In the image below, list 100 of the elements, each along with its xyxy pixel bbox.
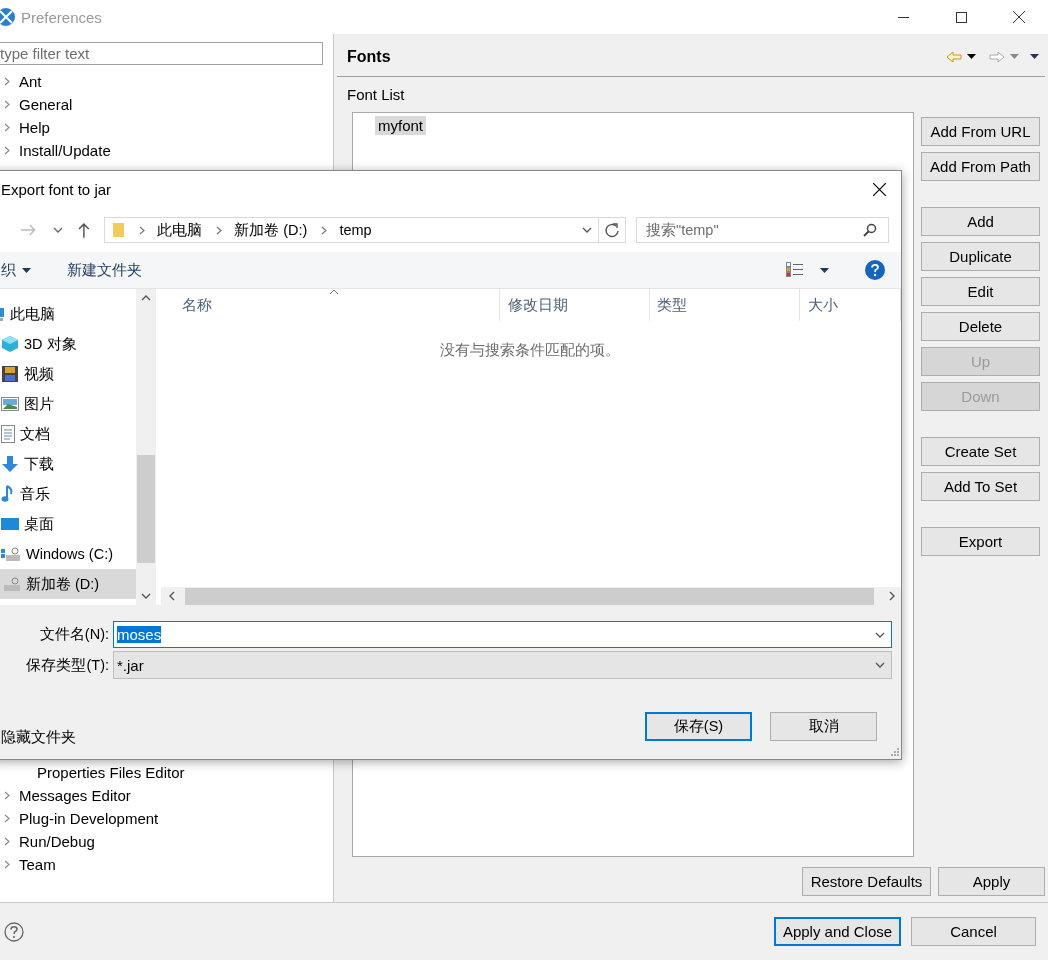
dialog-button[interactable]: Apply and Close [774, 917, 901, 946]
dialog-button[interactable]: 保存(S) [645, 712, 752, 741]
chevron-right-icon [139, 225, 146, 235]
search-field[interactable]: 搜索"temp" [636, 217, 889, 243]
chevron-right-icon [216, 225, 223, 235]
nav-item[interactable]: 视频 [0, 359, 136, 389]
font-list-label: Font List [347, 86, 406, 105]
file-name-field[interactable]: moses [113, 621, 892, 648]
drive-icon [1, 545, 21, 563]
chevron-right-icon[interactable] [4, 146, 10, 155]
side-button[interactable]: Add From URL [921, 117, 1040, 146]
nav-item[interactable]: 新加卷 (D:) [0, 569, 136, 599]
scroll-right-icon[interactable] [889, 591, 895, 601]
window-title: Preferences [21, 8, 102, 26]
caret-down-icon[interactable] [22, 267, 31, 273]
footer-button[interactable]: Apply [938, 867, 1045, 896]
side-button[interactable]: Export [921, 527, 1040, 556]
chevron-right-icon[interactable] [4, 77, 10, 86]
new-folder-button[interactable]: 新建文件夹 [67, 260, 142, 280]
nav-item[interactable]: 下载 [0, 449, 136, 479]
scrollbar[interactable] [136, 289, 156, 605]
organize-menu[interactable]: 织 [1, 260, 16, 280]
side-button[interactable]: Create Set [921, 437, 1040, 466]
column-header[interactable]: 类型 [650, 289, 800, 321]
dialog-button[interactable]: 取消 [770, 712, 877, 741]
tree-item[interactable]: Messages Editor [19, 787, 131, 804]
help-icon[interactable] [4, 921, 24, 942]
scroll-down-icon[interactable] [141, 593, 151, 599]
tree-item[interactable]: Install/Update [19, 142, 111, 159]
chevron-right-icon [321, 225, 328, 235]
page-title: Fonts [347, 47, 391, 66]
nav-item[interactable]: 3D 对象 [0, 329, 136, 359]
chevron-down-icon[interactable] [52, 227, 63, 233]
monitor-icon [1, 516, 19, 532]
side-button[interactable]: Add From Path [921, 152, 1040, 181]
tree-item[interactable]: Properties Files Editor [37, 764, 185, 781]
chevron-right-icon[interactable] [4, 837, 10, 846]
scroll-up-icon[interactable] [141, 295, 151, 301]
chevron-down-icon[interactable] [875, 631, 885, 638]
column-header[interactable]: 名称 [158, 289, 500, 321]
film-icon [1, 365, 19, 383]
caret-down-icon[interactable] [967, 54, 976, 59]
search-icon [863, 223, 877, 237]
column-header[interactable]: 大小 [800, 289, 901, 321]
cube-icon [1, 335, 19, 353]
music-note-icon [1, 485, 15, 503]
filter-field[interactable]: type filter text [0, 42, 323, 65]
chevron-right-icon[interactable] [4, 814, 10, 823]
caret-down-icon[interactable] [820, 267, 829, 273]
folder-icon [113, 222, 126, 238]
chevron-right-icon[interactable] [4, 100, 10, 109]
chevron-right-icon[interactable] [4, 791, 10, 800]
nav-item[interactable]: 此电脑 [0, 299, 136, 329]
address-bar[interactable]: 此电脑 新加卷 (D:) temp [104, 217, 626, 243]
chevron-right-icon[interactable] [4, 860, 10, 869]
tree-item[interactable]: Help [19, 119, 50, 136]
maximize-icon[interactable] [955, 11, 967, 23]
breadcrumb-item[interactable]: temp [339, 222, 372, 238]
tree-item[interactable]: Plug-in Development [19, 810, 159, 827]
nav-item[interactable]: 音乐 [0, 479, 136, 509]
nav-item[interactable]: Windows (C:) [0, 539, 136, 569]
side-button[interactable]: Add [921, 207, 1040, 236]
chevron-right-icon[interactable] [4, 123, 10, 132]
view-menu-icon[interactable] [1030, 54, 1039, 59]
close-icon[interactable] [873, 183, 886, 196]
side-button[interactable]: Add To Set [921, 472, 1040, 501]
file-name-label: 文件名(N): [38, 625, 110, 644]
resize-grip-icon[interactable] [890, 748, 899, 757]
column-header[interactable]: 修改日期 [500, 289, 650, 321]
download-arrow-icon [1, 455, 19, 473]
scroll-left-icon[interactable] [169, 591, 175, 601]
close-icon[interactable] [1013, 11, 1025, 23]
breadcrumb-item[interactable]: 此电脑 [157, 220, 203, 240]
file-type-label: 保存类型(T): [25, 655, 110, 675]
view-options-icon[interactable] [786, 262, 804, 278]
up-arrow-icon[interactable] [78, 222, 91, 238]
hide-folders-link[interactable]: 隐藏文件夹 [1, 728, 76, 747]
nav-item[interactable]: 图片 [0, 389, 136, 419]
dialog-button[interactable]: Cancel [911, 917, 1036, 946]
nav-item[interactable]: 文档 [0, 419, 136, 449]
tree-item[interactable]: Ant [19, 73, 42, 90]
tree-item[interactable]: General [19, 96, 73, 113]
chevron-down-icon[interactable] [582, 227, 592, 233]
font-list-item[interactable]: myfont [375, 116, 426, 135]
file-type-dropdown[interactable]: *.jar [113, 651, 892, 679]
chevron-down-icon[interactable] [875, 662, 885, 668]
tree-item[interactable]: Run/Debug [19, 833, 95, 850]
horizontal-scrollbar[interactable] [161, 587, 901, 605]
drive-icon [1, 575, 21, 593]
breadcrumb-item[interactable]: 新加卷 (D:) [234, 220, 308, 240]
footer-button[interactable]: Restore Defaults [802, 867, 931, 896]
nav-item[interactable]: 桌面 [0, 509, 136, 539]
minimize-icon[interactable] [897, 16, 909, 18]
tree-item[interactable]: Team [19, 856, 56, 873]
side-button[interactable]: Edit [921, 277, 1040, 306]
side-button[interactable]: Duplicate [921, 242, 1040, 271]
dialog-title: Export font to jar [1, 181, 112, 198]
help-icon[interactable] [865, 260, 885, 280]
side-button[interactable]: Delete [921, 312, 1040, 341]
empty-message: 没有与搜索条件匹配的项。 [439, 342, 620, 358]
